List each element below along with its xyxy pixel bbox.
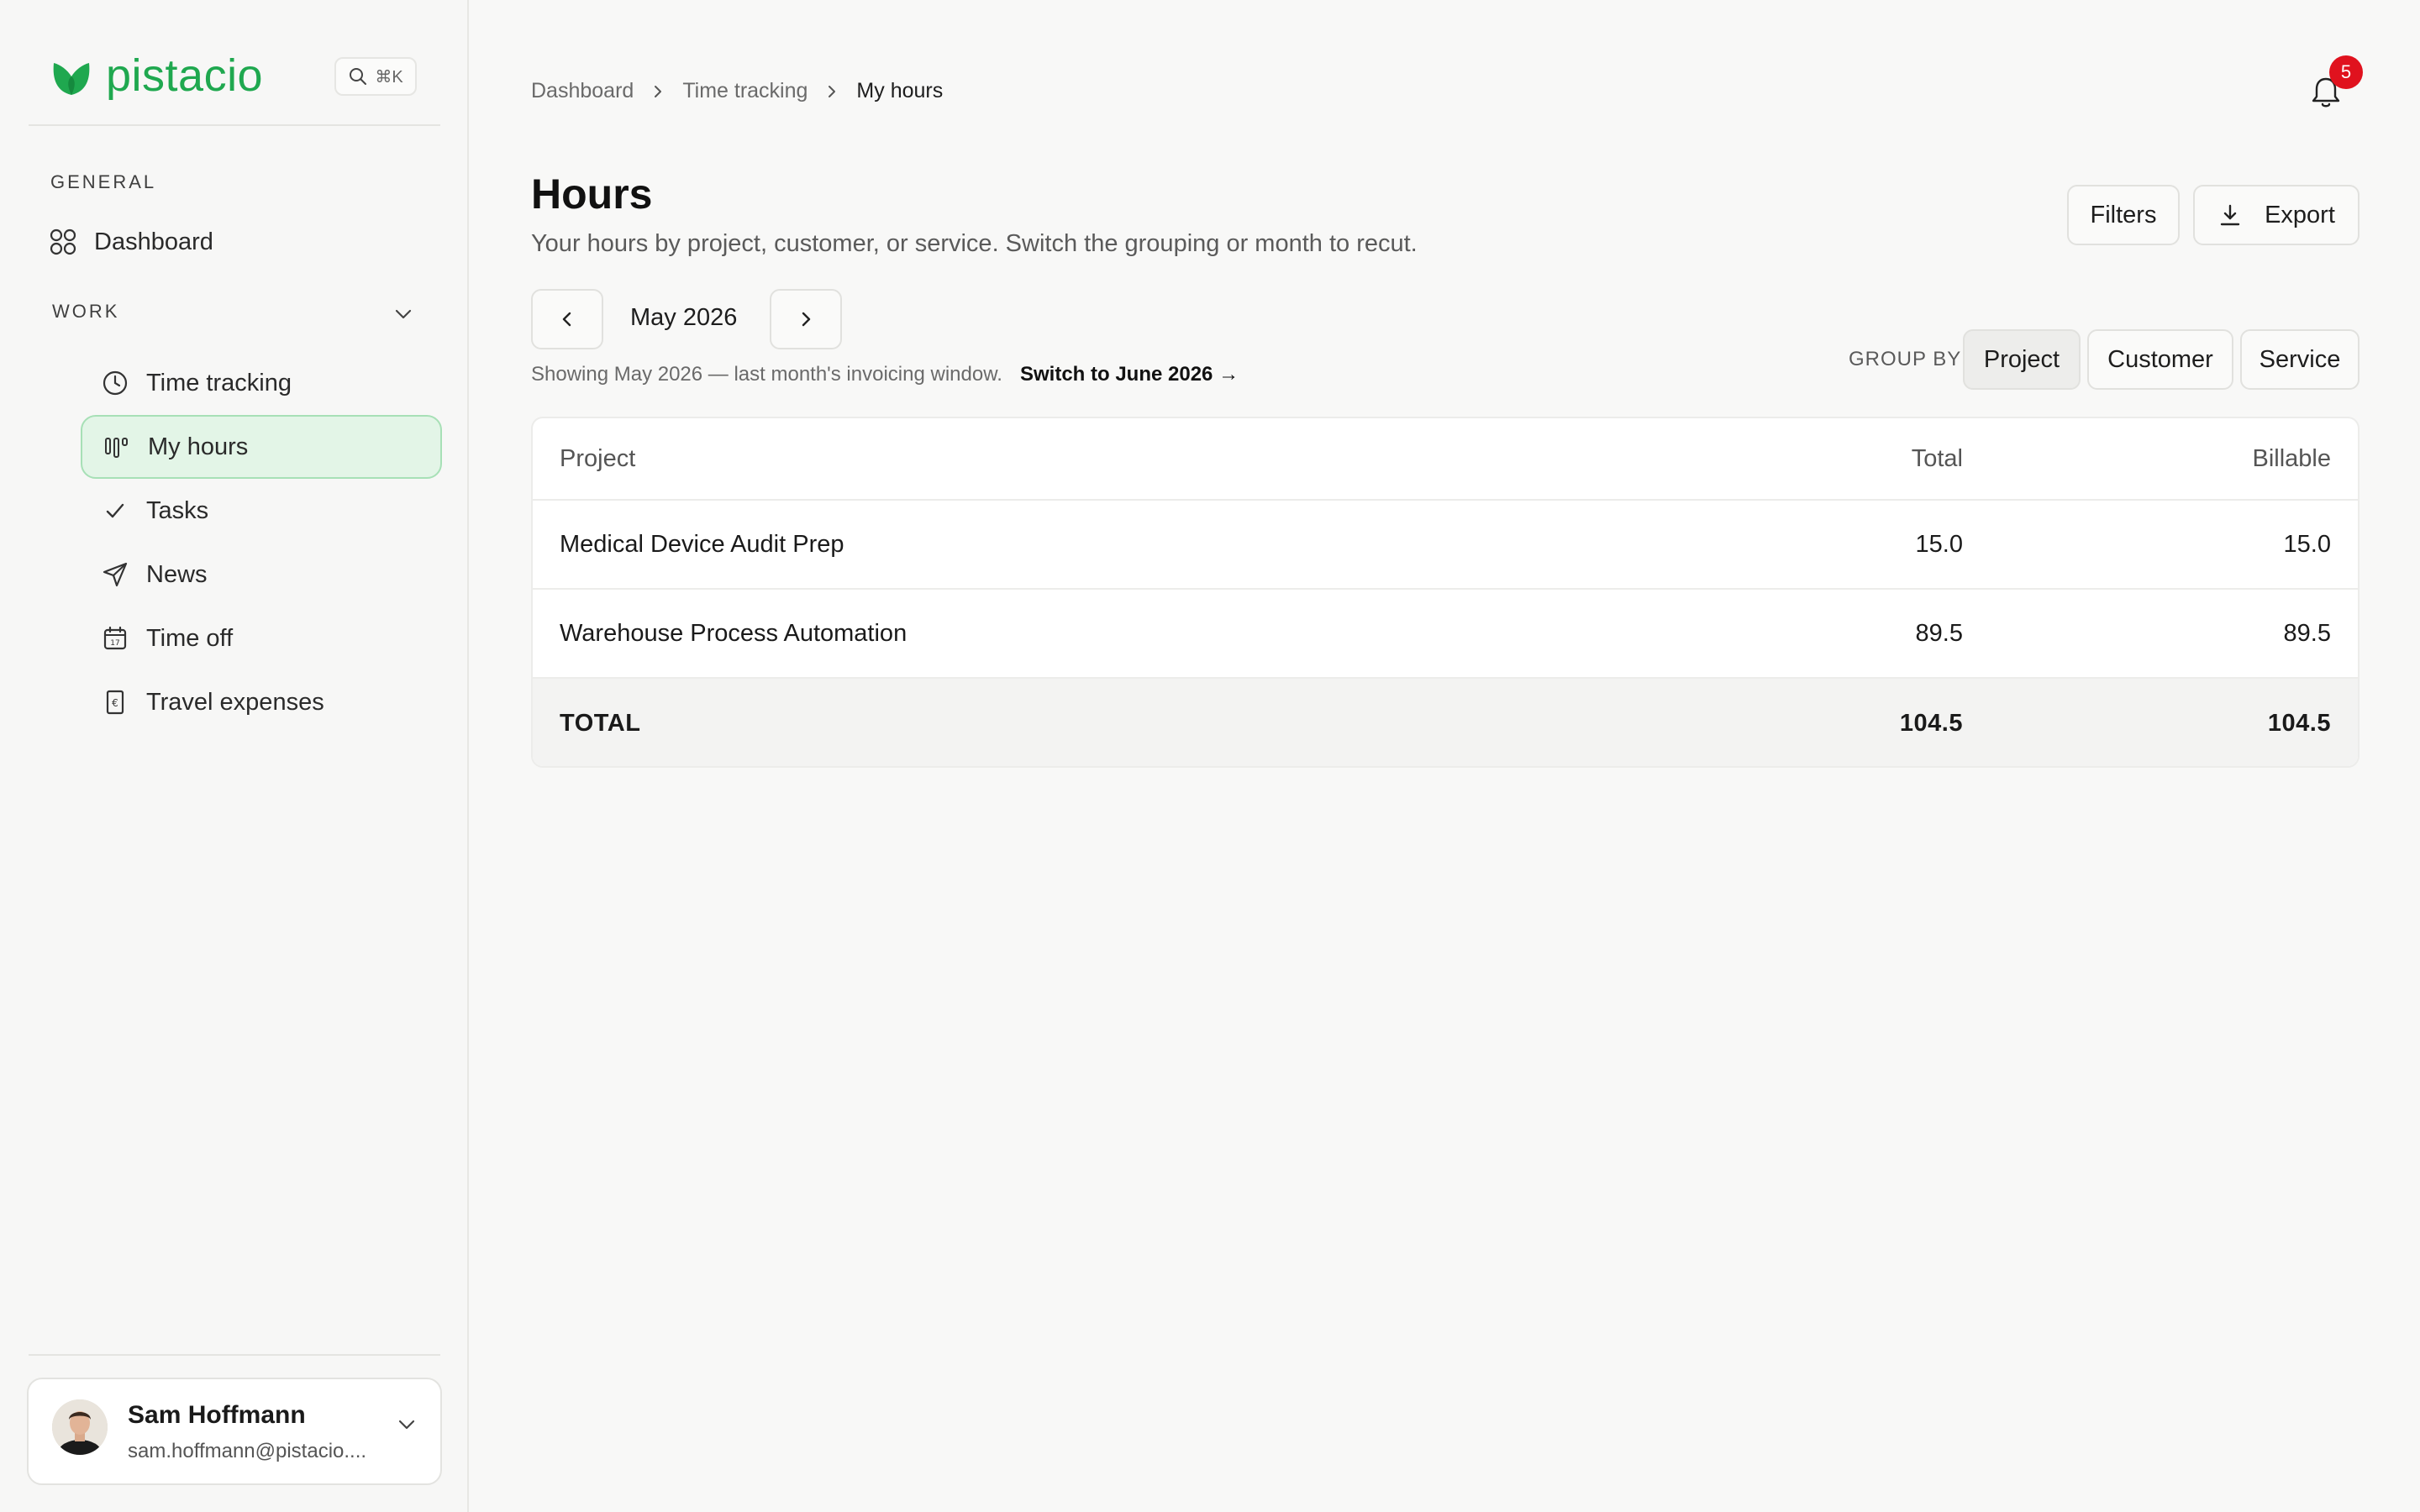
sidebar: pistacio ⌘K GENERAL Dashboard WORK Time … (0, 0, 469, 1512)
search-button[interactable]: ⌘K (334, 57, 417, 96)
total-label: TOTAL (560, 709, 641, 737)
sidebar-item-label: Time tracking (146, 369, 292, 396)
search-shortcut: ⌘K (375, 67, 403, 87)
table-total-row: TOTAL 104.5 104.5 (533, 679, 2358, 766)
receipt-icon: € (106, 690, 124, 715)
next-month-button[interactable] (770, 289, 842, 349)
user-email: sam.hoffmann@pistacio.... (128, 1440, 367, 1462)
page-title: Hours (531, 171, 653, 218)
breadcrumb-time-tracking[interactable]: Time tracking (682, 79, 808, 103)
table-row[interactable]: Medical Device Audit Prep 15.0 15.0 (533, 501, 2358, 590)
chevron-down-icon[interactable] (395, 1413, 418, 1436)
group-by-label: GROUP BY (1849, 348, 1962, 370)
sidebar-divider (29, 1354, 440, 1356)
hours-table: Project Total Billable Medical Device Au… (531, 417, 2360, 768)
group-by-service[interactable]: Service (2240, 329, 2360, 390)
app-name: pistacio (106, 50, 264, 101)
export-button[interactable]: Export (2193, 185, 2360, 245)
sidebar-item-label: Travel expenses (146, 688, 324, 716)
grid-icon (50, 228, 76, 255)
svg-text:€: € (112, 697, 118, 709)
total-hours: 89.5 (1915, 619, 1963, 647)
month-info-text: Showing May 2026 — last month's invoicin… (531, 363, 1002, 386)
project-name: Medical Device Audit Prep (560, 530, 844, 558)
sidebar-divider (29, 124, 440, 126)
column-header-project[interactable]: Project (560, 445, 635, 473)
chevron-down-icon[interactable] (392, 302, 415, 326)
breadcrumb: Dashboard Time tracking My hours (531, 79, 943, 103)
sidebar-item-label: News (146, 560, 208, 588)
table-row[interactable]: Warehouse Process Automation 89.5 89.5 (533, 590, 2358, 679)
sidebar-item-label: My hours (148, 433, 249, 460)
total-hours: 15.0 (1915, 530, 1963, 558)
current-month: May 2026 (630, 304, 738, 331)
group-by-project[interactable]: Project (1963, 329, 2081, 390)
prev-month-button[interactable] (531, 289, 603, 349)
export-label: Export (2265, 201, 2335, 228)
filters-button[interactable]: Filters (2067, 185, 2180, 245)
filters-label: Filters (2090, 201, 2157, 228)
page-subtitle: Your hours by project, customer, or serv… (531, 230, 1418, 257)
sidebar-item-label: Dashboard (94, 228, 213, 255)
sidebar-item-tasks[interactable]: Tasks (81, 479, 442, 543)
sidebar-item-my-hours[interactable]: My hours (81, 415, 442, 479)
download-icon (2220, 204, 2240, 226)
clock-icon (103, 370, 128, 396)
avatar (52, 1399, 108, 1455)
sidebar-item-travel-expenses[interactable]: € Travel expenses (81, 670, 442, 734)
chevron-right-icon (829, 85, 836, 97)
column-header-total[interactable]: Total (1912, 445, 1963, 473)
brand[interactable]: pistacio (49, 50, 263, 101)
send-icon (103, 562, 128, 587)
breadcrumb-dashboard[interactable]: Dashboard (531, 79, 634, 103)
sidebar-item-label: Tasks (146, 496, 209, 524)
pistacio-logo-icon (53, 63, 90, 95)
column-header-billable[interactable]: Billable (2253, 445, 2332, 473)
sidebar-item-dashboard[interactable]: Dashboard (49, 210, 435, 274)
user-name: Sam Hoffmann (128, 1401, 306, 1429)
user-menu[interactable]: Sam Hoffmann sam.hoffmann@pistacio.... (27, 1378, 442, 1485)
table-header-row: Project Total Billable (533, 418, 2358, 501)
switch-month-link[interactable]: Switch to June 2026 → (1020, 363, 1239, 386)
chevron-right-icon (802, 312, 811, 327)
section-label-general: GENERAL (50, 171, 157, 192)
chevron-left-icon (562, 312, 571, 327)
total-hours-sum: 104.5 (1899, 709, 1963, 737)
group-by-customer[interactable]: Customer (2087, 329, 2233, 390)
search-icon (350, 68, 367, 85)
sidebar-item-time-off[interactable]: 17 Time off (81, 606, 442, 670)
billable-hours: 15.0 (2283, 530, 2331, 558)
sidebar-item-label: Time off (146, 624, 234, 652)
chevron-right-icon (655, 85, 662, 97)
calendar-icon: 17 (103, 626, 127, 650)
project-name: Warehouse Process Automation (560, 619, 908, 647)
svg-text:17: 17 (110, 639, 119, 648)
notification-badge: 5 (2329, 55, 2363, 89)
section-label-work: WORK (52, 301, 120, 322)
sidebar-item-time-tracking[interactable]: Time tracking (81, 351, 442, 415)
billable-hours: 89.5 (2283, 619, 2331, 647)
check-icon (106, 503, 124, 518)
sidebar-item-news[interactable]: News (81, 543, 442, 606)
avatar-image (52, 1399, 108, 1455)
billable-hours-sum: 104.5 (2267, 709, 2331, 737)
bars-icon (105, 438, 128, 458)
breadcrumb-my-hours: My hours (856, 79, 944, 102)
